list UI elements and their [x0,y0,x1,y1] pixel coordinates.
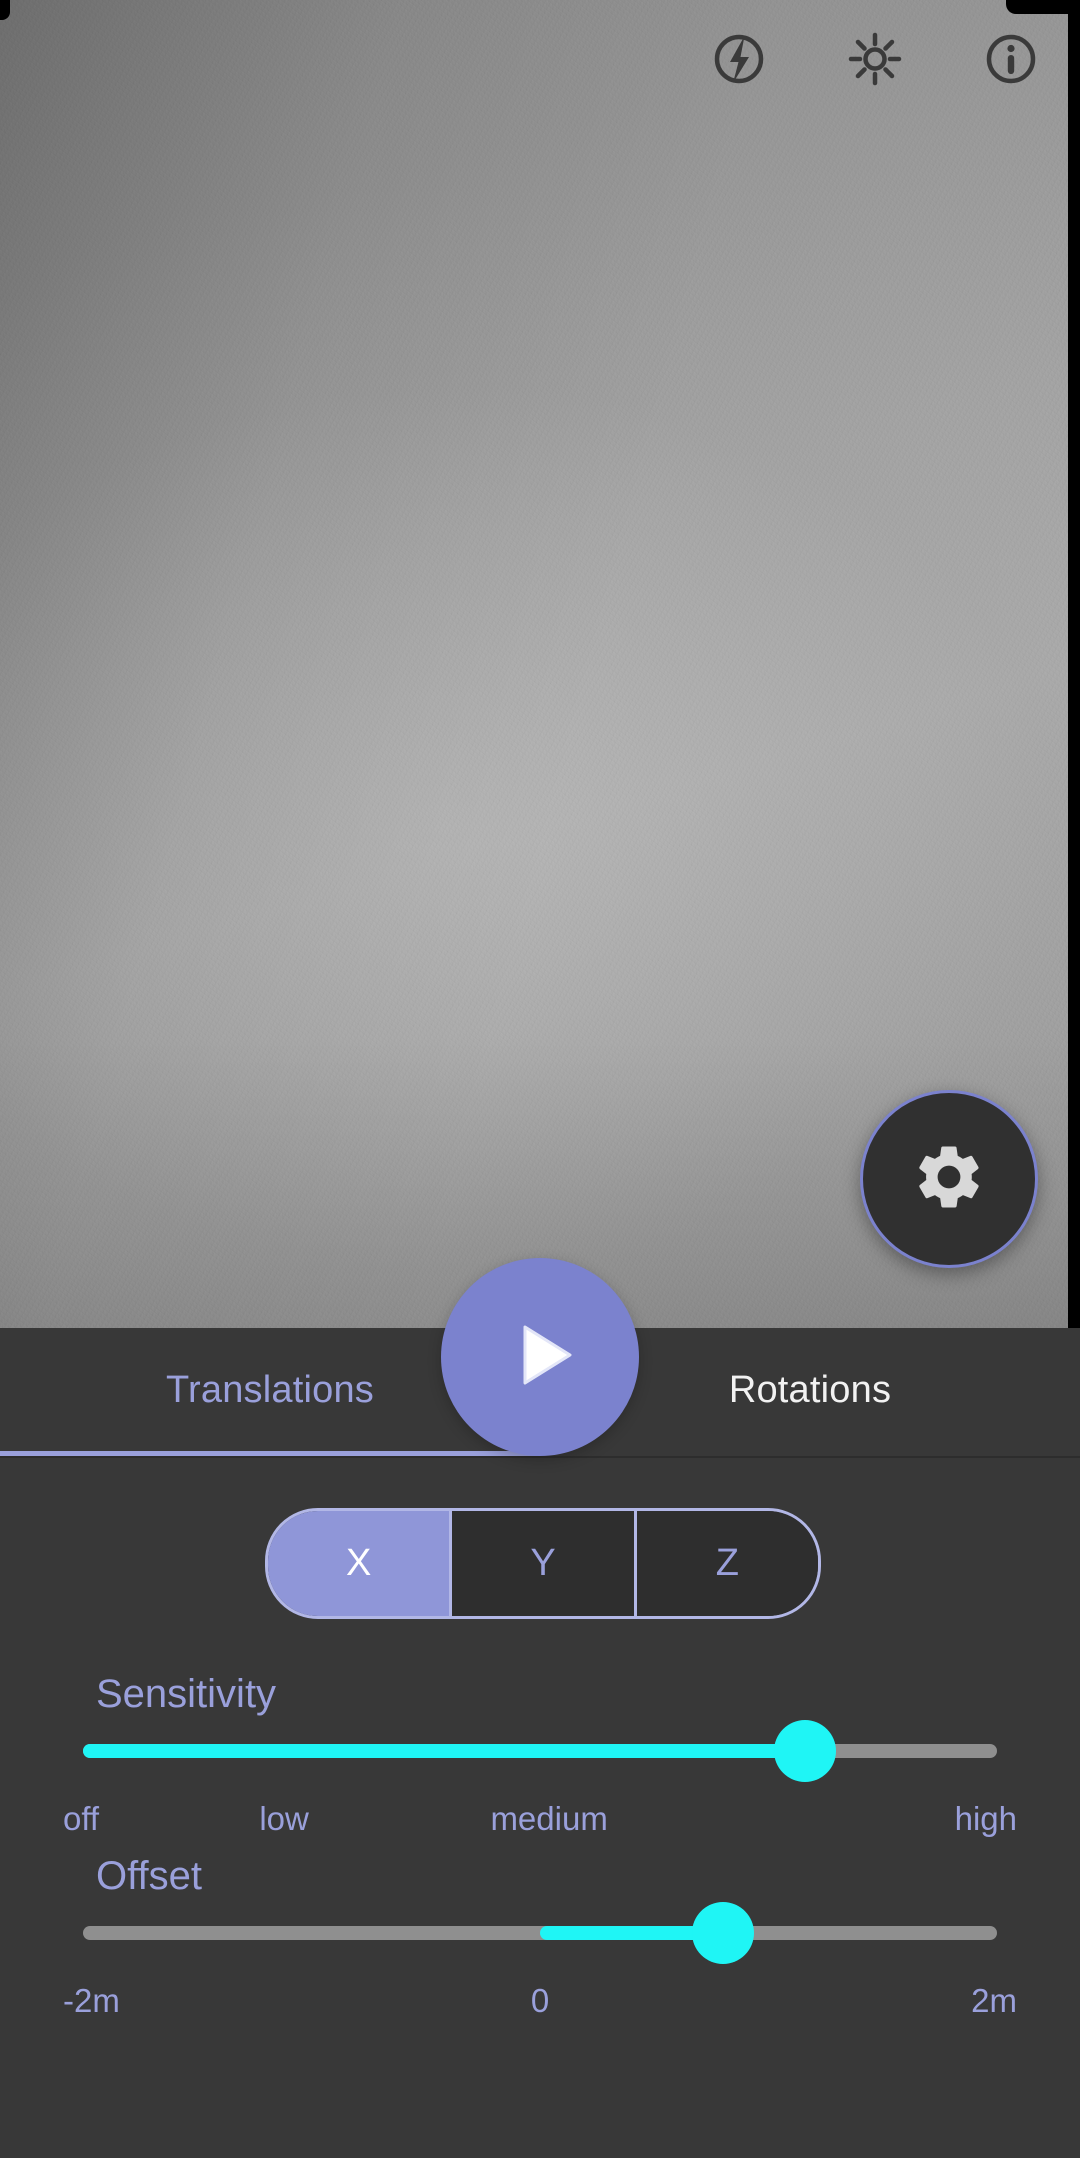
info-icon[interactable] [982,30,1040,88]
tick-label: medium [490,1800,608,1837]
camera-topbar [710,30,1040,88]
offset-slider-thumb[interactable] [691,1902,754,1964]
offset-label: Offset [96,1854,202,1898]
axis-option-y[interactable]: Y [452,1511,637,1616]
gear-icon [911,1139,987,1220]
axis-option-x-label: X [345,1542,372,1584]
brightness-icon[interactable] [846,30,904,88]
tick-label: off [63,1800,100,1837]
settings-fab-button[interactable] [860,1090,1038,1268]
device-edge-right [1068,0,1080,1330]
sensitivity-slider[interactable] [83,1720,997,1782]
axis-option-x[interactable]: X [268,1511,453,1616]
device-notch [1006,0,1068,14]
axis-option-y-label: Y [530,1542,556,1584]
axis-option-z[interactable]: Z [636,1511,818,1616]
tab-translations-label: Translations [166,1369,374,1411]
axis-selector: X Y Z [265,1508,821,1619]
play-icon [494,1309,586,1406]
tick-label: low [259,1800,309,1837]
sensitivity-label: Sensitivity [96,1672,277,1716]
sensitivity-rail-fill [83,1744,806,1758]
axis-option-z-label: Z [715,1542,739,1584]
tab-divider [0,1456,1080,1458]
sensitivity-slider-thumb[interactable] [774,1720,837,1782]
flash-off-icon[interactable] [710,30,768,88]
tick-label: 0 [530,1982,550,2019]
sensitivity-tick-labels: off low medium high [0,1800,1080,1846]
offset-tick-labels: -2m 0 2m [0,1982,1080,2028]
tick-label: -2m [63,1982,120,2019]
offset-slider[interactable] [83,1902,997,1964]
play-button[interactable] [441,1258,639,1456]
tick-label: 2m [971,1982,1017,2019]
tab-rotations-label: Rotations [728,1369,892,1411]
app-screen: Translations Rotations X Y Z Sensitivity [0,0,1080,2158]
tick-label: high [954,1800,1017,1837]
